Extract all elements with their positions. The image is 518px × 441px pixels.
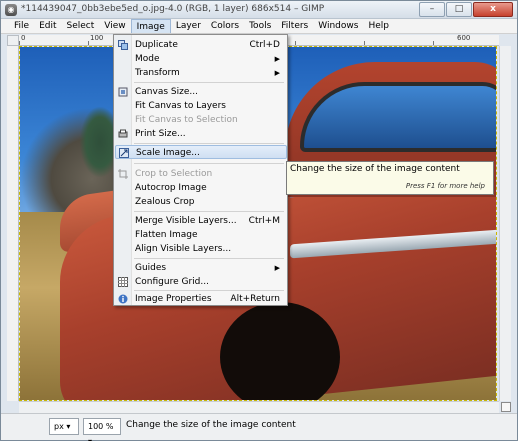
print-size-icon [118,129,128,138]
minimize-button[interactable]: – [419,2,445,17]
ruler-label: 0 [21,35,26,42]
scale-image-icon [119,148,129,158]
unit-select[interactable]: px ▾ [49,418,79,435]
menu-bar: File Edit Select View Image Layer Colors… [1,19,517,34]
title-bar[interactable]: ◉ *114439047_0bb3ebe5ed_o.jpg-4.0 (RGB, … [1,1,517,19]
tooltip-hint: Press F1 for more help [405,182,485,190]
close-button[interactable]: x [473,2,513,17]
menu-item-guides[interactable]: Guides ▶ [115,261,287,275]
menu-separator [134,290,284,291]
menu-item-transform[interactable]: Transform ▶ [115,66,287,80]
menu-filters[interactable]: Filters [276,19,313,33]
menu-select[interactable]: Select [62,19,100,33]
status-message: Change the size of the image content [126,420,296,430]
maximize-button[interactable]: □ [446,2,472,17]
grid-icon [118,277,128,287]
crop-icon [118,169,128,179]
menu-item-autocrop[interactable]: Autocrop Image [115,181,287,195]
menu-item-flatten[interactable]: Flatten Image [115,228,287,242]
menu-separator [134,258,284,259]
canvas-size-icon [118,87,128,97]
menu-edit[interactable]: Edit [34,19,61,33]
wheel-well [220,302,340,400]
menu-item-fit-canvas-layers[interactable]: Fit Canvas to Layers [115,99,287,113]
menu-windows[interactable]: Windows [313,19,363,33]
vertical-scrollbar[interactable] [499,46,511,401]
menu-file[interactable]: File [9,19,34,33]
menu-help[interactable]: Help [363,19,394,33]
ruler-corner-button[interactable] [7,35,19,46]
menu-item-canvas-size[interactable]: Canvas Size... [115,85,287,99]
car-window [300,82,496,152]
navigate-icon[interactable] [501,402,511,412]
ruler-label: 100 [90,35,104,42]
menu-item-configure-grid[interactable]: Configure Grid... [115,275,287,289]
menu-view[interactable]: View [99,19,130,33]
zoom-value: 100 % [88,422,114,431]
status-bar: px ▾ 100 % ▾ Change the size of the imag… [1,413,517,441]
window-title: *114439047_0bb3ebe5ed_o.jpg-4.0 (RGB, 1 … [21,4,325,14]
gimp-window: ◉ *114439047_0bb3ebe5ed_o.jpg-4.0 (RGB, … [0,0,518,441]
tooltip-text: Change the size of the image content [290,164,460,174]
menu-item-image-properties[interactable]: Image Properties Alt+Return [115,292,287,306]
menu-item-mode[interactable]: Mode ▶ [115,52,287,66]
menu-separator [134,143,284,144]
menu-separator [134,211,284,212]
vertical-ruler[interactable] [7,46,19,401]
menu-item-scale-image[interactable]: Scale Image... [115,145,287,159]
menu-item-zealous-crop[interactable]: Zealous Crop [115,195,287,209]
ruler-label: 600 [457,35,471,42]
menu-item-print-size[interactable]: Print Size... [115,127,287,141]
menu-separator [134,163,284,164]
unit-value: px [54,422,64,431]
window-controls: – □ x [419,2,513,17]
submenu-arrow-icon: ▶ [274,69,280,77]
image-menu: Duplicate Ctrl+D Mode ▶ Transform ▶ Canv… [113,34,288,306]
menu-colors[interactable]: Colors [206,19,244,33]
menu-image[interactable]: Image [130,19,171,33]
zoom-select[interactable]: 100 % ▾ [83,418,121,441]
submenu-arrow-icon: ▶ [274,55,280,63]
info-icon [118,294,128,304]
submenu-arrow-icon: ▶ [274,264,280,272]
menu-tools[interactable]: Tools [244,19,276,33]
horizontal-scrollbar[interactable] [19,401,499,413]
menu-item-align-layers[interactable]: Align Visible Layers... [115,242,287,256]
menu-item-crop-selection[interactable]: Crop to Selection [115,167,287,181]
menu-layer[interactable]: Layer [171,19,206,33]
menu-item-duplicate[interactable]: Duplicate Ctrl+D [115,38,287,52]
menu-separator [134,82,284,83]
menu-item-fit-canvas-selection[interactable]: Fit Canvas to Selection [115,113,287,127]
tooltip: Change the size of the image content Pre… [286,161,494,195]
duplicate-icon [118,40,128,50]
gimp-icon: ◉ [5,4,17,16]
menu-item-merge-visible[interactable]: Merge Visible Layers... Ctrl+M [115,214,287,228]
